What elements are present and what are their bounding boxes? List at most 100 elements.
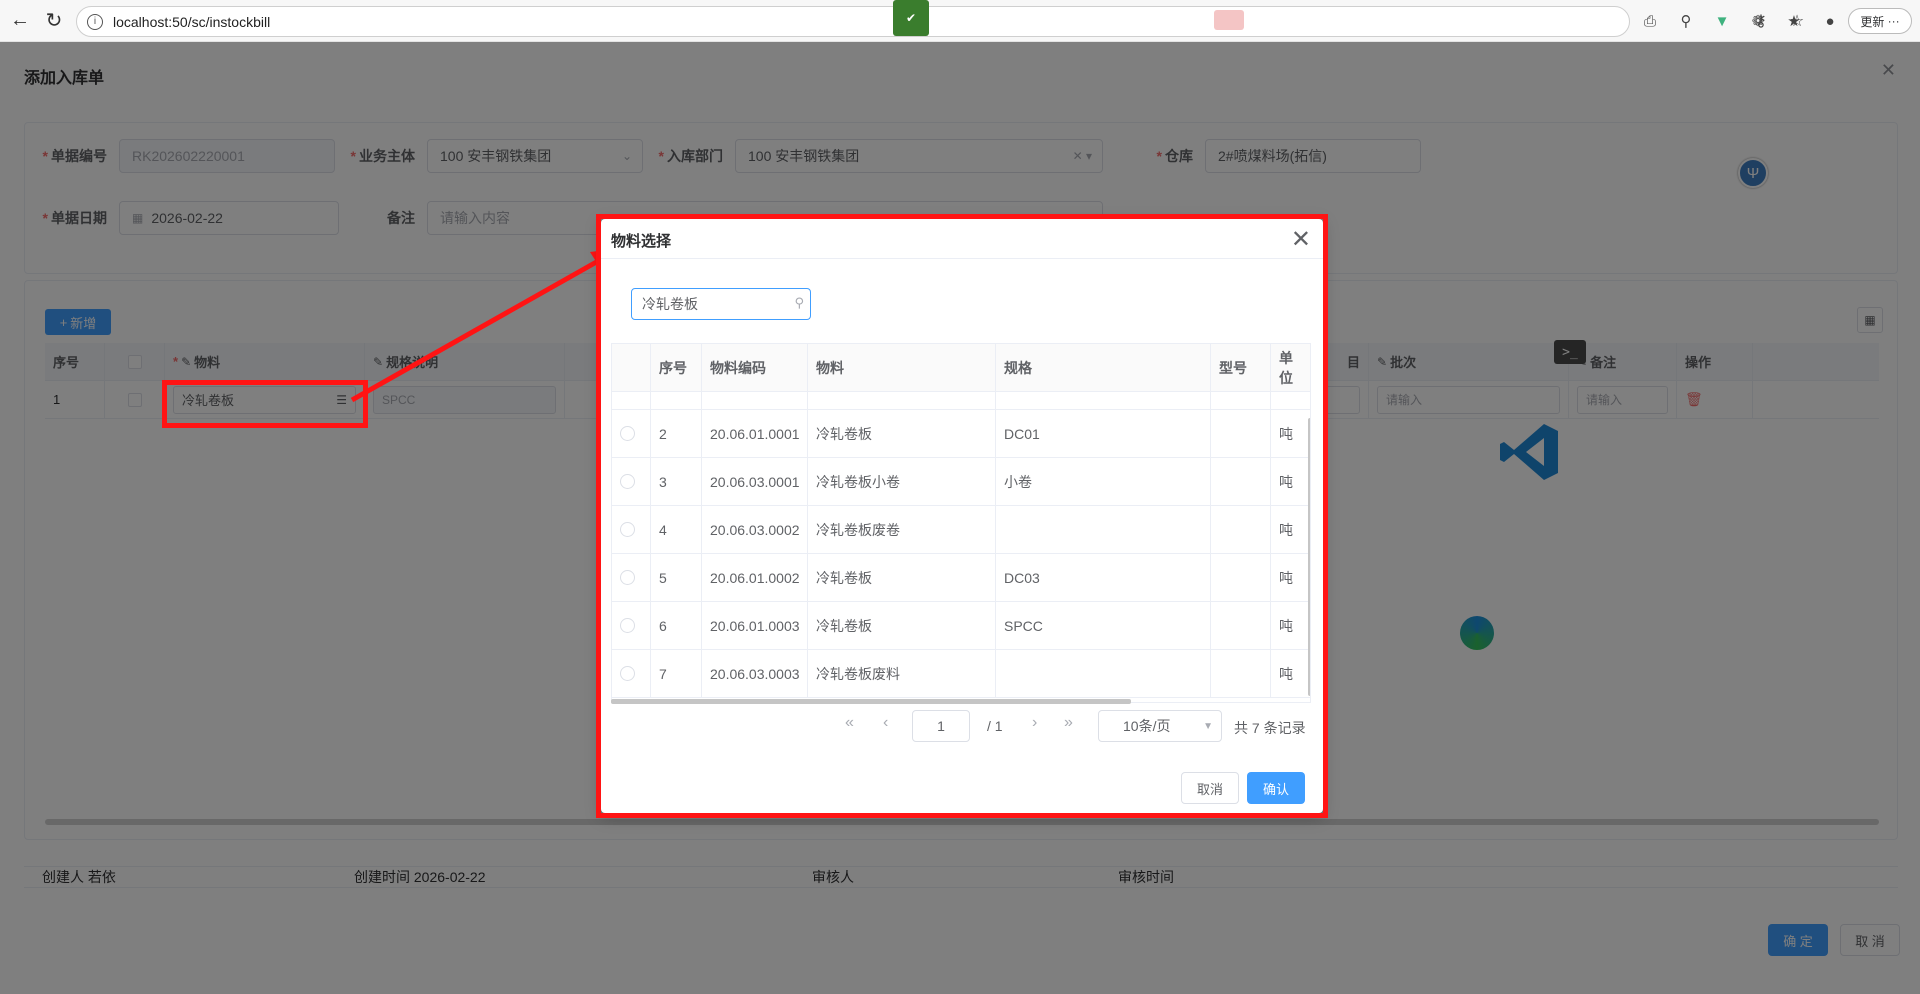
modal-header: 物料选择 ✕ [601,219,1323,259]
page-size-select[interactable]: 10条/页 ▼ [1098,710,1222,742]
cell-spec [996,650,1211,697]
cell-code: 20.06.01.0002 [702,554,808,601]
search-icon[interactable]: ⚲ [794,295,804,311]
next-page-icon[interactable]: › [1032,714,1037,732]
cell-model [1211,602,1271,649]
cell-no: 4 [651,506,702,553]
cell-unit: 吨 [1279,617,1293,634]
cell-spec: DC01 [996,410,1211,457]
table-row[interactable]: 4 20.06.03.0002 冷轧卷板废卷 吨 [612,506,1310,554]
reload-icon[interactable]: ↻ [40,7,68,35]
close-icon[interactable]: ✕ [1291,225,1311,254]
cell-model [1211,650,1271,697]
row-radio[interactable] [612,506,651,553]
table-row[interactable]: 3 20.06.03.0001 冷轧卷板小卷 小卷 吨 [612,458,1310,506]
cell-name: 冷轧卷板废料 [808,650,996,697]
cell-unit: 吨 [1279,569,1293,586]
total-pages-text: / 1 [987,718,1003,734]
col-spec: 规格 [996,344,1211,391]
col-radio [612,344,651,391]
modal-cancel-button[interactable]: 取消 [1181,772,1239,804]
cell-spec: SPCC [996,602,1211,649]
cell-code: 20.06.01.0001 [702,410,808,457]
page-number-input[interactable]: 1 [912,710,970,742]
col-code: 物料编码 [702,344,808,391]
cell-no: 2 [651,410,702,457]
modal-table-vscroll[interactable] [1308,418,1310,696]
cell-no: 6 [651,602,702,649]
profile-avatar-icon[interactable]: ● [1818,10,1842,32]
update-button[interactable]: 更新 ··· [1848,8,1912,34]
cell-code: 20.06.03.0002 [702,506,808,553]
table-row-clipped [612,392,1310,410]
radio-icon[interactable] [620,666,635,681]
cell-name: 冷轧卷板小卷 [808,458,996,505]
col-model: 型号 [1211,344,1271,391]
site-info-icon[interactable]: i [87,13,103,30]
modal-title: 物料选择 [611,233,672,250]
cell-unit: 吨 [1279,521,1293,538]
row-radio[interactable] [612,602,651,649]
cell-unit: 吨 [1279,665,1293,682]
radio-icon[interactable] [620,522,635,537]
cell-model [1211,410,1271,457]
extensions-icon[interactable]: ❁ [1746,10,1770,32]
cell-model [1211,554,1271,601]
caret-down-icon: ▼ [1203,721,1213,732]
col-no: 序号 [651,344,702,391]
modal-table-hscroll[interactable] [611,699,1131,704]
back-icon[interactable]: ← [6,7,34,35]
cell-unit: 吨 [1279,425,1293,442]
cell-name: 冷轧卷板 [808,602,996,649]
cell-no: 5 [651,554,702,601]
browser-toolbar: ← ↻ i localhost:50/sc/instockbill ⚷ ☆ ⎙ … [0,0,1920,42]
cell-name: 冷轧卷板废卷 [808,506,996,553]
radio-icon[interactable] [620,474,635,489]
col-name: 物料 [808,344,996,391]
radio-icon[interactable] [620,570,635,585]
total-records-text: 共 7 条记录 [1234,720,1306,736]
cell-no: 3 [651,458,702,505]
cell-name: 冷轧卷板 [808,554,996,601]
cell-spec: 小卷 [996,458,1211,505]
table-row[interactable]: 7 20.06.03.0003 冷轧卷板废料 吨 [612,650,1310,698]
material-table-header: 序号 物料编码 物料 规格 型号 单位 [612,344,1310,392]
prev-page-icon[interactable]: ‹ [883,714,888,732]
printer-icon[interactable]: ⎙ [1638,10,1662,32]
cell-spec [996,506,1211,553]
table-row[interactable]: 2 20.06.01.0001 冷轧卷板 DC01 吨 [612,410,1310,458]
table-row[interactable]: 5 20.06.01.0002 冷轧卷板 DC03 吨 [612,554,1310,602]
row-radio[interactable] [612,458,651,505]
radio-icon[interactable] [620,426,635,441]
address-bar[interactable]: i localhost:50/sc/instockbill [76,6,1630,37]
tab-badge-icon [1214,10,1244,30]
pagination: « ‹ 1 / 1 › » 10条/页 ▼ 共 7 条记录 [601,710,1323,744]
material-table: 序号 物料编码 物料 规格 型号 单位 2 20.06.01.0001 冷轧卷板 DC… [611,343,1311,703]
vue-devtools-icon[interactable]: ▼ [1710,10,1734,32]
favorites-icon[interactable]: ★ [1782,10,1806,32]
cell-name: 冷轧卷板 [808,410,996,457]
cell-unit: 吨 [1279,473,1293,490]
cell-model [1211,458,1271,505]
url-text: localhost:50/sc/instockbill [113,13,271,30]
row-radio[interactable] [612,650,651,697]
radio-icon[interactable] [620,618,635,633]
material-select-modal: 物料选择 ✕ ⚲ 序号 物料编码 物料 规格 型号 单位 220.06.01.0… [601,219,1323,813]
last-page-icon[interactable]: » [1064,714,1073,732]
cell-model [1211,506,1271,553]
zoom-icon[interactable]: ⚲ [1674,10,1698,32]
row-radio[interactable] [612,554,651,601]
cell-code: 20.06.03.0001 [702,458,808,505]
cell-no: 7 [651,650,702,697]
first-page-icon[interactable]: « [845,714,854,732]
app-shortcut-icon[interactable]: ✔ [893,0,929,36]
modal-confirm-button[interactable]: 确认 [1247,772,1305,804]
col-unit: 单位 [1279,349,1293,386]
cell-code: 20.06.01.0003 [702,602,808,649]
material-search[interactable]: ⚲ [631,288,811,320]
cell-code: 20.06.03.0003 [702,650,808,697]
cell-spec: DC03 [996,554,1211,601]
row-radio[interactable] [612,410,651,457]
table-row[interactable]: 6 20.06.01.0003 冷轧卷板 SPCC 吨 [612,602,1310,650]
search-input[interactable] [640,295,780,313]
